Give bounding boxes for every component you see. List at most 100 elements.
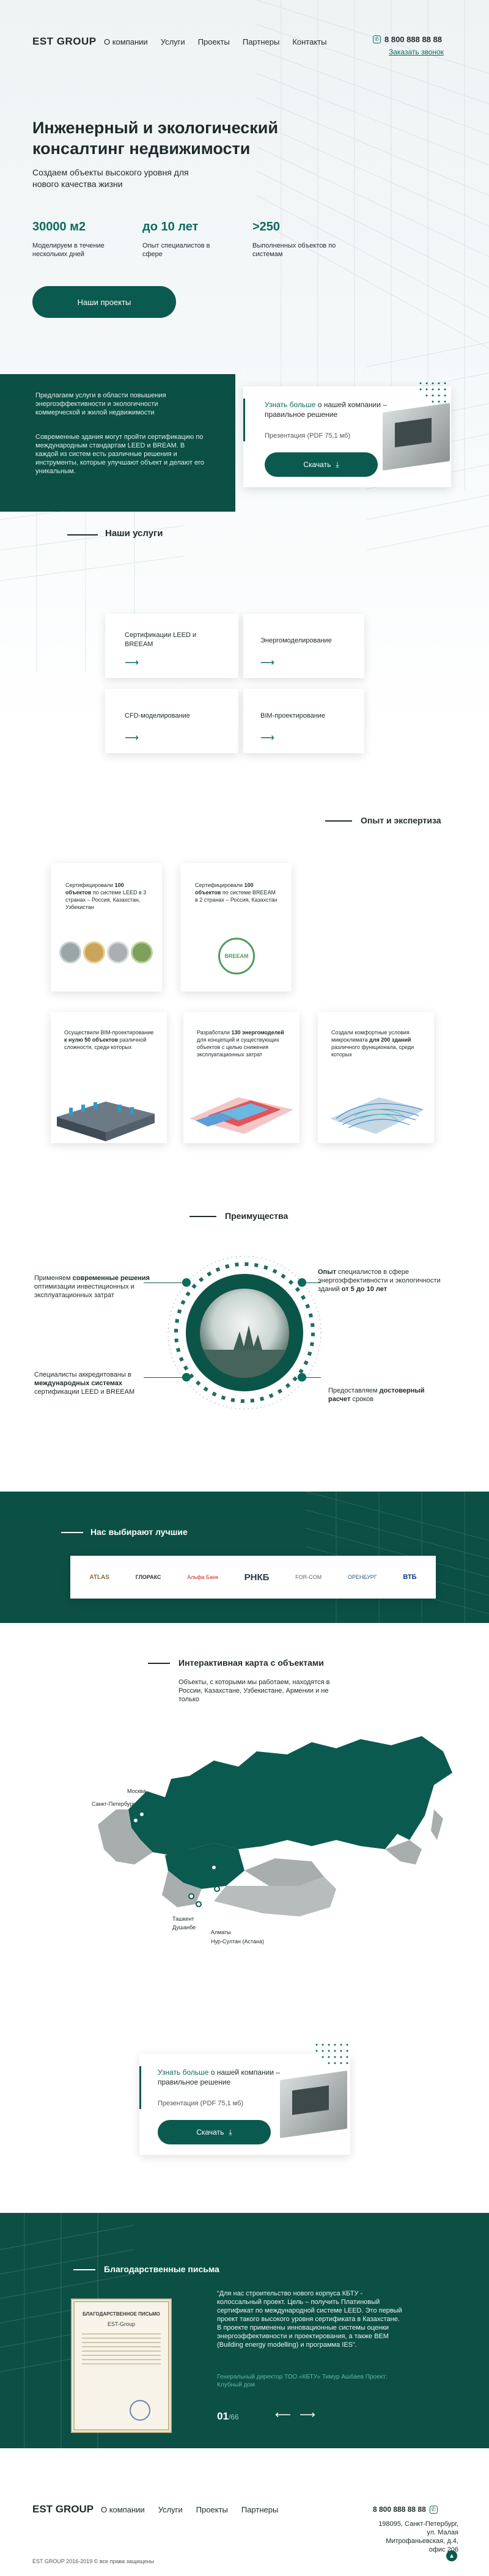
stat-value: >250 bbox=[252, 220, 281, 234]
stat-label: Выполненных объектов по системам bbox=[252, 242, 336, 258]
footer-nav-item[interactable]: Проекты bbox=[196, 2505, 228, 2514]
experience-card-text: Осуществили BIM-проектирование к нулю 50… bbox=[64, 1029, 154, 1050]
map-description: Объекты, с которыми мы работаем, находят… bbox=[178, 1679, 330, 1703]
download-button-label: Скачать bbox=[196, 2128, 224, 2136]
download-file-info: Презентация (PDF 75,1 мб) bbox=[265, 432, 351, 440]
nav-item-partners[interactable]: Партнеры bbox=[243, 37, 279, 46]
nav-item-projects[interactable]: Проекты bbox=[198, 37, 230, 46]
partners-title: Нас выбирают лучшие bbox=[90, 1527, 188, 1537]
phone-number[interactable]: 8 800 888 88 88 bbox=[384, 35, 442, 44]
arrow-right-icon: ⟶ bbox=[260, 733, 274, 743]
callback-link[interactable]: Заказать звонок bbox=[389, 48, 444, 56]
service-card-label: BIM-проектирование bbox=[260, 712, 326, 719]
footer-copyright: EST GROUP 2016-2019 © все права защищены bbox=[32, 2558, 154, 2564]
service-card-label: Энергомоделирование bbox=[260, 637, 332, 644]
map-city-label: Нур-Султан (Астана) bbox=[211, 1938, 264, 1945]
breeam-badge-icon: BREEAM bbox=[218, 938, 255, 974]
letters-counter-current: 01 bbox=[217, 2410, 229, 2422]
partners-title-line bbox=[61, 1532, 83, 1533]
footer-logo[interactable]: EST GROUP bbox=[32, 2503, 94, 2515]
our-projects-button[interactable]: Наши проекты bbox=[32, 286, 176, 318]
stat-item: 30000 м2 Моделируем в течение нескольких… bbox=[32, 220, 142, 259]
header: EST GROUP О компании Услуги Проекты Парт… bbox=[0, 0, 489, 61]
service-card-label: CFD-моделирование bbox=[125, 712, 190, 719]
partner-logo[interactable]: ATLAS bbox=[89, 1574, 109, 1581]
download-card-title: Узнать больше о нашей компании – правиль… bbox=[265, 400, 387, 419]
energy-model-image bbox=[189, 1097, 293, 1134]
stat-value: 30000 м2 bbox=[32, 220, 86, 234]
nav-item-contacts[interactable]: Контакты bbox=[292, 37, 326, 46]
service-card[interactable]: Сертификации LEED и BREEAM ⟶ bbox=[105, 614, 238, 678]
map-title: Интерактивная карта с объектами bbox=[178, 1658, 324, 1668]
scroll-to-top-button[interactable]: ▲ bbox=[446, 2550, 457, 2561]
hero-subtitle: Создаем объекты высокого уровня для ново… bbox=[32, 167, 189, 189]
service-card[interactable]: BIM-проектирование ⟶ bbox=[243, 689, 364, 753]
partner-logo[interactable]: ГЛОРАКС bbox=[136, 1574, 161, 1580]
main-nav: О компании Услуги Проекты Партнеры Конта… bbox=[104, 37, 326, 46]
nav-item-services[interactable]: Услуги bbox=[161, 37, 185, 46]
services-title-line bbox=[67, 534, 98, 535]
experience-card-text: Сертифицировали 100 объектов по системе … bbox=[195, 882, 278, 903]
download-button-label: Скачать bbox=[303, 460, 331, 469]
map-city-label: Москва bbox=[127, 1788, 146, 1794]
partner-logo[interactable]: ВТБ bbox=[403, 1573, 416, 1581]
letter-quote: “Для нас строительство нового корпуса КБ… bbox=[217, 2290, 402, 2349]
partner-logo[interactable]: ОРЕНБУРГ bbox=[348, 1574, 377, 1580]
service-card[interactable]: CFD-моделирование ⟶ bbox=[105, 689, 238, 753]
map-city-label: Душанбе bbox=[172, 1924, 196, 1930]
services-title: Наши услуги bbox=[105, 528, 163, 539]
arrow-right-icon: ⟶ bbox=[125, 733, 139, 743]
service-card-label: Сертификации LEED и BREEAM bbox=[125, 631, 197, 648]
footer-nav-item[interactable]: Услуги bbox=[158, 2505, 183, 2514]
phone-block: ✆ 8 800 888 88 88 bbox=[373, 35, 442, 44]
advantage-marker-dot bbox=[298, 1278, 306, 1287]
footer-nav-item[interactable]: Партнеры bbox=[241, 2505, 278, 2514]
map-region-far-east bbox=[385, 1840, 422, 1864]
arrow-left-icon[interactable]: ⟵ bbox=[275, 2409, 291, 2421]
footer-nav-item[interactable]: О компании bbox=[101, 2505, 145, 2514]
download-card-title: Узнать больше о нашей компании – правиль… bbox=[158, 2067, 280, 2087]
phone-number[interactable]: 8 800 888 88 88 bbox=[373, 2505, 426, 2514]
map-region-russia bbox=[128, 1736, 452, 1855]
letter-document[interactable]: БЛАГОДАРСТВЕННОЕ ПИСЬМО EST-Group bbox=[71, 2298, 172, 2433]
download-button[interactable]: Скачать ⤓ bbox=[265, 452, 378, 477]
experience-card: Сертифицировали 100 объектов по системе … bbox=[51, 863, 162, 992]
download-file-info: Презентация (PDF 75,1 мб) bbox=[158, 2100, 244, 2107]
letter-company: EST-Group bbox=[107, 2321, 136, 2327]
footer-phone-block: 8 800 888 88 88 ✆ bbox=[373, 2505, 438, 2514]
leed-badge-icon bbox=[59, 941, 81, 963]
letters-title: Благодарственные письма bbox=[104, 2264, 219, 2274]
hero: Инженерный и экологический консалтинг не… bbox=[32, 117, 301, 190]
cfd-model-image bbox=[330, 1097, 425, 1134]
advantage-marker-dot bbox=[298, 1373, 306, 1382]
download-card-accent bbox=[243, 399, 245, 441]
leed-badge-icon bbox=[107, 941, 129, 963]
map-city-label: Ташкент bbox=[172, 1916, 194, 1922]
service-card[interactable]: Энергомоделирование ⟶ bbox=[243, 614, 364, 678]
advantages-title-line bbox=[189, 1216, 216, 1217]
experience-card-text: Разработали 130 энергомоделей для концеп… bbox=[197, 1029, 284, 1058]
advantages-center-image bbox=[200, 1289, 289, 1378]
intro-text-2: Современные здания могут пройти сертифик… bbox=[35, 433, 205, 475]
experience-title-line bbox=[325, 820, 352, 822]
experience-card-text: Сертифицировали 100 объектов по системе … bbox=[65, 882, 147, 910]
logo[interactable]: EST GROUP bbox=[32, 35, 97, 48]
download-card: Узнать больше о нашей компании – правиль… bbox=[243, 382, 451, 487]
letters-counter-total: /66 bbox=[228, 2413, 239, 2421]
download-title-prefix: Узнать больше bbox=[265, 400, 316, 409]
letter-author: Генеральный директор ТОО «КБТУ» Тимур Аш… bbox=[217, 2374, 388, 2388]
hero-stats: 30000 м2 Моделируем в течение нескольких… bbox=[32, 220, 375, 259]
chevron-up-icon: ▲ bbox=[449, 2552, 455, 2559]
arrow-right-icon[interactable]: ⟶ bbox=[300, 2409, 315, 2421]
partner-logo[interactable]: РНКБ bbox=[244, 1572, 270, 1583]
download-button[interactable]: Скачать ⤓ bbox=[158, 2120, 271, 2144]
stat-item: до 10 лет Опыт специалистов в сфере bbox=[142, 220, 252, 259]
partner-logo[interactable]: Альфа Банк bbox=[187, 1574, 218, 1580]
nav-item-about[interactable]: О компании bbox=[104, 37, 148, 46]
advantage-text: Применяем современные решения оптимизаци… bbox=[34, 1275, 150, 1299]
stat-label: Моделируем в течение нескольких дней bbox=[32, 242, 105, 258]
phone-icon: ✆ bbox=[373, 35, 381, 43]
partner-logo[interactable]: FOR-COM bbox=[295, 1574, 322, 1580]
letter-stamp bbox=[130, 2400, 150, 2421]
download-icon: ⤓ bbox=[229, 2127, 232, 2136]
